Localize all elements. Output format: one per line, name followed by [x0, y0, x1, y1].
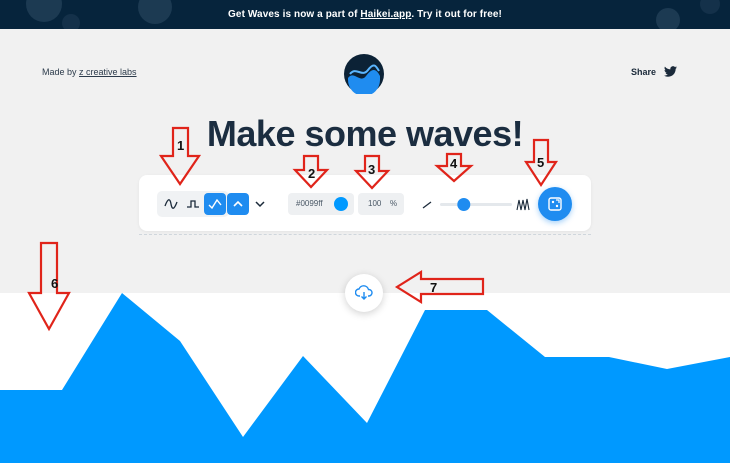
- annotation-arrow-6: [27, 241, 71, 332]
- annotation-number-6: 6: [51, 276, 58, 291]
- annotation-number-5: 5: [537, 155, 544, 170]
- annotation-arrow-1: [158, 126, 202, 186]
- annotation-number-7: 7: [430, 280, 437, 295]
- annotation-number-2: 2: [308, 166, 315, 181]
- annotation-arrow-7: [394, 270, 485, 304]
- annotation-overlay: 1 2 3 4 5 6 7: [27, 126, 559, 332]
- annotation-number-1: 1: [177, 138, 184, 153]
- annotation-number-3: 3: [368, 162, 375, 177]
- annotation-number-4: 4: [450, 156, 458, 171]
